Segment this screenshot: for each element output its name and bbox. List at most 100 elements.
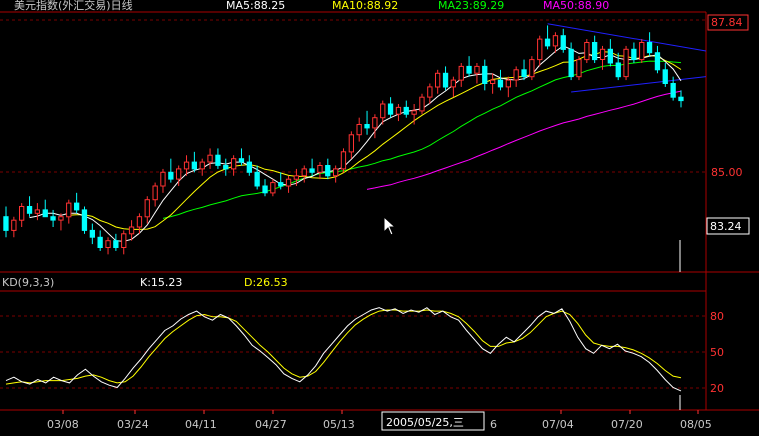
candlesticks bbox=[3, 25, 684, 255]
candle bbox=[678, 90, 684, 108]
candle-body bbox=[238, 158, 245, 163]
date-label-0513: 05/13 bbox=[323, 418, 355, 431]
grid-lines bbox=[0, 19, 706, 389]
price-top-label: 87.84 bbox=[711, 16, 743, 29]
candle-body bbox=[458, 65, 464, 81]
kd-indicator bbox=[5, 307, 682, 392]
candle bbox=[662, 63, 668, 87]
candle-body bbox=[584, 42, 590, 61]
candle bbox=[521, 59, 527, 81]
candle bbox=[576, 56, 582, 81]
candle bbox=[168, 158, 174, 183]
candle bbox=[497, 69, 504, 91]
candle bbox=[529, 56, 535, 81]
candle-body bbox=[395, 106, 402, 115]
candle-body bbox=[599, 48, 606, 60]
candle-body bbox=[364, 124, 370, 129]
candle bbox=[364, 110, 370, 135]
price-current-label: 83.24 bbox=[710, 220, 742, 233]
candle-body bbox=[207, 154, 213, 163]
kd-label-50: 50 bbox=[710, 346, 724, 359]
candle-body bbox=[97, 236, 103, 249]
candle bbox=[81, 206, 88, 234]
candle bbox=[639, 39, 645, 63]
ma50-legend: MA50:88.90 bbox=[543, 0, 609, 12]
date-label-0805: 08/05 bbox=[680, 418, 712, 431]
candle-body bbox=[168, 171, 174, 180]
candle-body bbox=[537, 38, 543, 61]
candle bbox=[387, 97, 394, 118]
candle bbox=[395, 104, 402, 122]
candle-body bbox=[521, 69, 527, 78]
date-label-0704: 07/04 bbox=[542, 418, 574, 431]
candle-body bbox=[160, 171, 166, 187]
candle-body bbox=[592, 42, 598, 61]
candle-body bbox=[285, 178, 292, 187]
candle bbox=[450, 76, 457, 98]
candle bbox=[121, 230, 127, 255]
candle-body bbox=[356, 124, 362, 136]
kd-label-20: 20 bbox=[710, 382, 724, 395]
candle bbox=[435, 69, 441, 94]
moving-averages bbox=[29, 45, 682, 242]
candle-body bbox=[435, 72, 441, 88]
candle-body bbox=[466, 65, 472, 74]
candle bbox=[466, 56, 472, 77]
candle-body bbox=[223, 165, 229, 170]
candle-body bbox=[19, 206, 25, 221]
candle bbox=[505, 76, 512, 98]
candle-body bbox=[278, 182, 284, 187]
date-label-0427: 04/27 bbox=[255, 418, 287, 431]
candle bbox=[340, 148, 347, 173]
candle-body bbox=[262, 185, 268, 194]
candle bbox=[97, 230, 103, 251]
candle-body bbox=[246, 161, 252, 173]
candle-body bbox=[231, 158, 237, 170]
kd-name: KD(9,3,3) bbox=[2, 276, 54, 289]
mouse-pointer-icon bbox=[383, 216, 397, 236]
candle bbox=[317, 162, 323, 180]
chart-frame bbox=[0, 11, 759, 411]
candle-body bbox=[482, 65, 488, 85]
candle bbox=[592, 35, 598, 63]
candle-body bbox=[215, 154, 221, 166]
kd-label-80: 80 bbox=[710, 310, 724, 323]
candle bbox=[607, 39, 614, 67]
candle-body bbox=[74, 202, 80, 211]
candle-body bbox=[427, 86, 433, 98]
candle-body bbox=[26, 206, 33, 214]
candle bbox=[262, 179, 268, 197]
candle-body bbox=[505, 79, 512, 88]
candle-body bbox=[529, 59, 535, 78]
candle-body bbox=[293, 175, 300, 180]
candle-body bbox=[34, 209, 41, 214]
candle-body bbox=[403, 106, 409, 115]
date-label-0324: 03/24 bbox=[117, 418, 149, 431]
candle-body bbox=[380, 103, 386, 119]
candle-body bbox=[309, 168, 315, 173]
price-chart[interactable]: 美元指数(外汇交易)日线 MA5:88.25 MA10:88.92 MA23:8… bbox=[0, 0, 759, 436]
candle-body bbox=[474, 65, 480, 74]
candle bbox=[152, 182, 158, 207]
candle-body bbox=[490, 79, 496, 84]
candle-body bbox=[631, 48, 637, 60]
candle bbox=[89, 223, 95, 245]
candle-body bbox=[513, 69, 519, 81]
candle-body bbox=[183, 161, 190, 170]
candle-body bbox=[646, 42, 653, 54]
candle bbox=[270, 179, 276, 197]
candle bbox=[474, 63, 480, 84]
candle bbox=[144, 196, 150, 224]
candle-body bbox=[442, 72, 449, 88]
kd-d-line bbox=[5, 309, 682, 385]
date-label-0308: 03/08 bbox=[47, 418, 79, 431]
ma10-line bbox=[68, 51, 682, 230]
candle bbox=[3, 206, 9, 238]
date-cursor-label: 2005/05/25,三 bbox=[386, 416, 464, 429]
candle-body bbox=[113, 240, 119, 248]
candle bbox=[584, 39, 590, 63]
candle-body bbox=[372, 117, 378, 129]
candle-body bbox=[623, 48, 629, 78]
ma23-line bbox=[162, 60, 682, 219]
candle-body bbox=[654, 52, 661, 71]
